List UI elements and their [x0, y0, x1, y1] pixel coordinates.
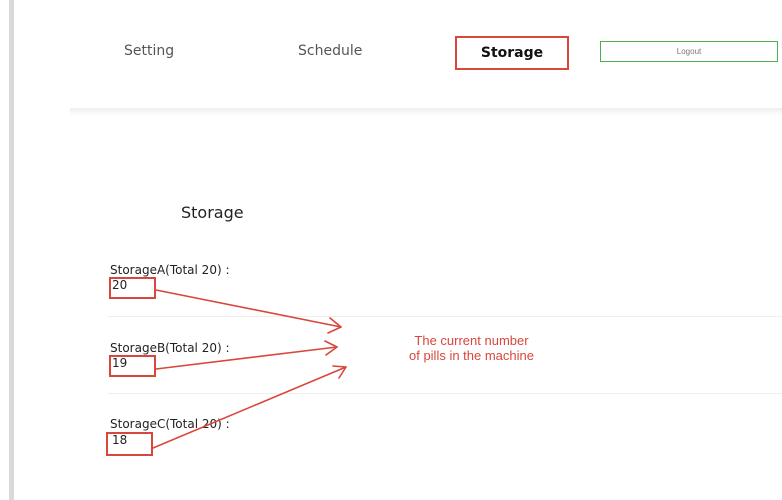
page-title: Storage: [181, 203, 244, 222]
nav-setting[interactable]: Setting: [124, 43, 174, 59]
annotation-line-1: The current number: [414, 333, 529, 348]
arrow-a-head: [327, 317, 342, 334]
logout-button[interactable]: Logout: [600, 41, 778, 62]
nav-storage[interactable]: Storage: [457, 38, 567, 68]
nav-schedule[interactable]: Schedule: [298, 43, 362, 59]
arrow-c-head: [332, 365, 347, 379]
row-divider: [108, 316, 782, 317]
annotation-note: The current number of pills in the machi…: [384, 333, 559, 363]
storage-c-label: StorageC(Total 20) :: [110, 417, 230, 431]
annotation-line-2: of pills in the machine: [408, 348, 534, 363]
nav-divider: [70, 108, 782, 116]
arrow-b-head: [324, 340, 338, 356]
storage-a-label: StorageA(Total 20) :: [110, 263, 230, 277]
storage-a-value: 20: [112, 278, 128, 292]
arrow-c: [152, 366, 347, 449]
arrow-a: [155, 289, 342, 328]
storage-b-label: StorageB(Total 20) :: [110, 341, 230, 355]
storage-highlight-box: Storage: [455, 36, 569, 70]
top-navigation: Setting Schedule Storage Logout: [0, 0, 782, 110]
row-divider: [108, 393, 782, 394]
storage-c-value: 18: [112, 433, 128, 447]
storage-b-value: 19: [112, 356, 128, 370]
